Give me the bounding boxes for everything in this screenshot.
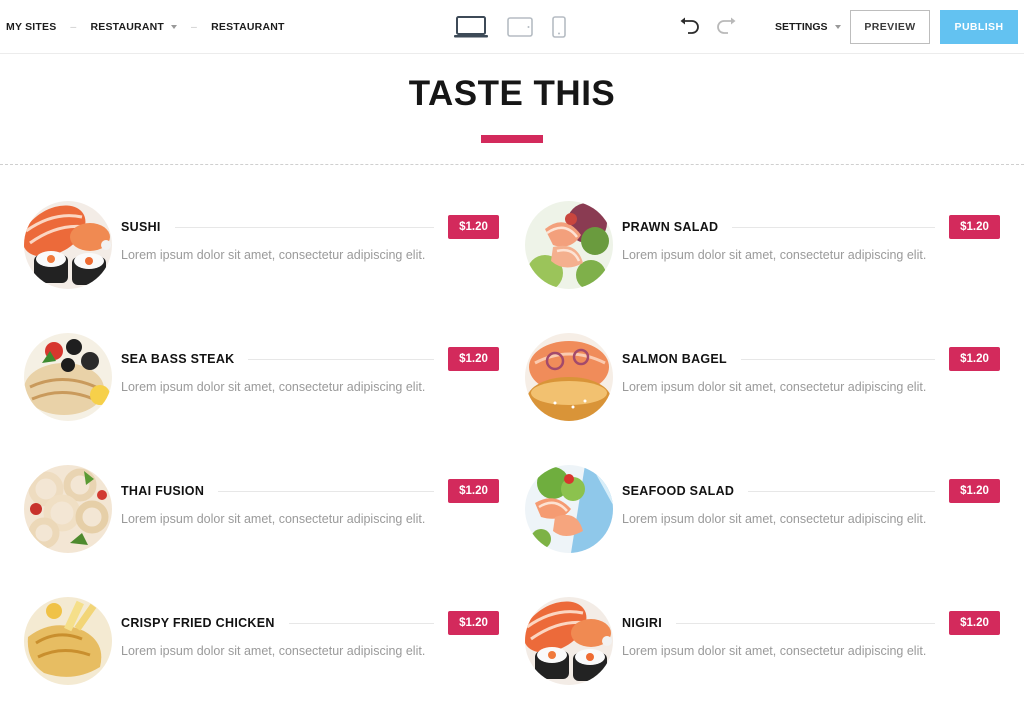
menu-item-name: PRAWN SALAD	[622, 220, 719, 234]
sushi-photo	[24, 201, 112, 289]
nigiri-photo	[525, 597, 613, 685]
salmon-bagel-photo	[525, 333, 613, 421]
menu-item-name: SEA BASS STEAK	[121, 352, 235, 366]
redo-button[interactable]	[714, 14, 738, 38]
price-badge: $1.20	[949, 479, 1000, 503]
desktop-view-button[interactable]	[452, 15, 490, 39]
menu-item-crispy-fried-chicken[interactable]: CRISPY FRIED CHICKEN $1.20 Lorem ipsum d…	[24, 597, 500, 687]
preview-button[interactable]: PREVIEW	[850, 10, 930, 44]
page-title: TASTE THIS	[408, 74, 616, 113]
title-accent-bar	[481, 135, 543, 143]
menu-item-leader-line	[218, 490, 434, 492]
sea-bass-steak-photo	[24, 333, 112, 421]
settings-label: SETTINGS	[775, 21, 828, 33]
settings-dropdown[interactable]: SETTINGS	[775, 0, 841, 54]
undo-button[interactable]	[678, 14, 702, 38]
menu-item-description: Lorem ipsum dolor sit amet, consectetur …	[121, 380, 426, 394]
tablet-icon	[507, 17, 533, 37]
menu-item-leader-line	[288, 622, 434, 624]
tablet-view-button[interactable]	[506, 17, 534, 37]
history-controls	[678, 14, 750, 38]
menu-item-name: SALMON BAGEL	[622, 352, 727, 366]
breadcrumb-my-sites[interactable]: MY SITES	[6, 21, 56, 33]
price-badge: $1.20	[448, 479, 499, 503]
redo-icon	[717, 17, 736, 34]
menu-item-header: THAI FUSION $1.20	[121, 479, 499, 503]
menu-item-description: Lorem ipsum dolor sit amet, consectetur …	[622, 512, 927, 526]
menu-item-sea-bass-steak[interactable]: SEA BASS STEAK $1.20 Lorem ipsum dolor s…	[24, 333, 500, 423]
menu-item-leader-line	[748, 490, 935, 492]
menu-item-description: Lorem ipsum dolor sit amet, consectetur …	[622, 644, 927, 658]
chevron-down-icon	[171, 25, 178, 30]
menu-item-leader-line	[248, 358, 434, 360]
menu-item-sushi[interactable]: SUSHI $1.20 Lorem ipsum dolor sit amet, …	[24, 201, 500, 291]
mobile-icon	[552, 16, 566, 38]
menu-item-header: SUSHI $1.20	[121, 215, 499, 239]
menu-item-description: Lorem ipsum dolor sit amet, consectetur …	[622, 380, 927, 394]
breadcrumb-site-label: RESTAURANT	[90, 21, 165, 33]
crispy-fried-chicken-photo	[24, 597, 112, 685]
menu-item-header: SEAFOOD SALAD $1.20	[622, 479, 1000, 503]
breadcrumb-separator: –	[70, 21, 77, 33]
menu-item-name: CRISPY FRIED CHICKEN	[121, 616, 275, 630]
menu-item-name: NIGIRI	[622, 616, 662, 630]
breadcrumb-site-dropdown[interactable]: RESTAURANT	[90, 21, 178, 33]
breadcrumb: MY SITES – RESTAURANT – RESTAURANT	[6, 0, 285, 54]
thai-fusion-photo	[24, 465, 112, 553]
menu-item-description: Lorem ipsum dolor sit amet, consectetur …	[121, 512, 426, 526]
menu-item-header: SEA BASS STEAK $1.20	[121, 347, 499, 371]
menu-item-seafood-salad[interactable]: SEAFOOD SALAD $1.20 Lorem ipsum dolor si…	[525, 465, 1001, 555]
menu-item-description: Lorem ipsum dolor sit amet, consectetur …	[121, 248, 426, 262]
breadcrumb-page[interactable]: RESTAURANT	[211, 21, 285, 33]
breadcrumb-separator: –	[191, 21, 198, 33]
price-badge: $1.20	[448, 611, 499, 635]
menu-item-prawn-salad[interactable]: PRAWN SALAD $1.20 Lorem ipsum dolor sit …	[525, 201, 1001, 291]
section-divider	[0, 164, 1024, 165]
menu-item-name: THAI FUSION	[121, 484, 205, 498]
menu-item-salmon-bagel[interactable]: SALMON BAGEL $1.20 Lorem ipsum dolor sit…	[525, 333, 1001, 423]
menu-item-thai-fusion[interactable]: THAI FUSION $1.20 Lorem ipsum dolor sit …	[24, 465, 500, 555]
price-badge: $1.20	[949, 611, 1000, 635]
price-badge: $1.20	[448, 215, 499, 239]
menu-item-header: CRISPY FRIED CHICKEN $1.20	[121, 611, 499, 635]
price-badge: $1.20	[949, 347, 1000, 371]
undo-icon	[680, 17, 699, 34]
seafood-salad-photo	[525, 465, 613, 553]
menu-item-leader-line	[174, 226, 434, 228]
menu-item-description: Lorem ipsum dolor sit amet, consectetur …	[121, 644, 426, 658]
chevron-down-icon	[834, 25, 841, 29]
menu-item-header: PRAWN SALAD $1.20	[622, 215, 1000, 239]
menu-item-header: NIGIRI $1.20	[622, 611, 1000, 635]
price-badge: $1.20	[949, 215, 1000, 239]
menu-item-leader-line	[732, 226, 935, 228]
mobile-view-button[interactable]	[550, 16, 568, 38]
price-badge: $1.20	[448, 347, 499, 371]
menu-item-name: SUSHI	[121, 220, 161, 234]
menu-item-leader-line	[676, 622, 935, 624]
menu-item-description: Lorem ipsum dolor sit amet, consectetur …	[622, 248, 927, 262]
editor-toolbar: MY SITES – RESTAURANT – RESTAURANT SETTI…	[0, 0, 1024, 54]
menu-item-header: SALMON BAGEL $1.20	[622, 347, 1000, 371]
menu-item-leader-line	[741, 358, 935, 360]
menu-item-name: SEAFOOD SALAD	[622, 484, 735, 498]
desktop-icon	[454, 16, 488, 38]
device-switcher	[452, 12, 568, 42]
menu-item-nigiri[interactable]: NIGIRI $1.20 Lorem ipsum dolor sit amet,…	[525, 597, 1001, 687]
publish-button[interactable]: PUBLISH	[940, 10, 1018, 44]
prawn-salad-photo	[525, 201, 613, 289]
